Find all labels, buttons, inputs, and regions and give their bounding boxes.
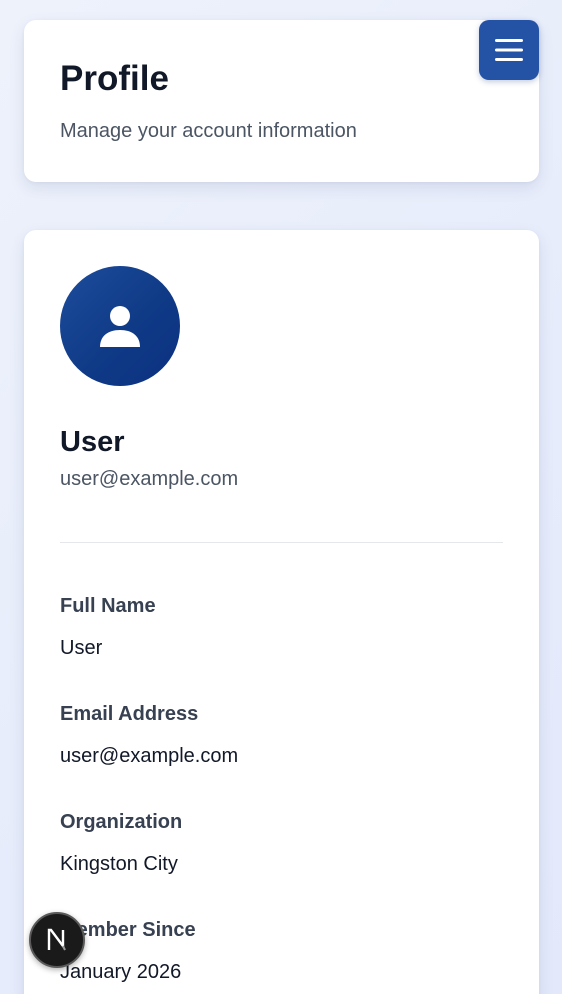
menu-button[interactable]	[479, 20, 539, 80]
profile-card: User user@example.com Full Name User Ema…	[24, 230, 539, 994]
user-icon	[100, 306, 140, 347]
avatar	[60, 266, 180, 386]
organization-value: Kingston City	[60, 853, 178, 875]
email-address-value: user@example.com	[60, 745, 239, 767]
page-title: Profile	[60, 59, 169, 98]
user-email: user@example.com	[60, 468, 239, 490]
email-address-label: Email Address	[60, 703, 199, 725]
organization-label: Organization	[60, 811, 183, 833]
hamburger-menu-icon	[495, 39, 523, 61]
full-name-value: User	[60, 637, 103, 659]
page-header-card: Profile Manage your account information	[24, 20, 539, 182]
nextjs-logo-icon	[47, 928, 66, 951]
divider	[60, 542, 503, 543]
member-since-value: January 2026	[60, 961, 182, 983]
nextjs-dev-badge[interactable]	[29, 912, 85, 968]
user-name: User	[60, 426, 125, 458]
page-subtitle: Manage your account information	[60, 120, 357, 142]
full-name-label: Full Name	[60, 595, 156, 617]
